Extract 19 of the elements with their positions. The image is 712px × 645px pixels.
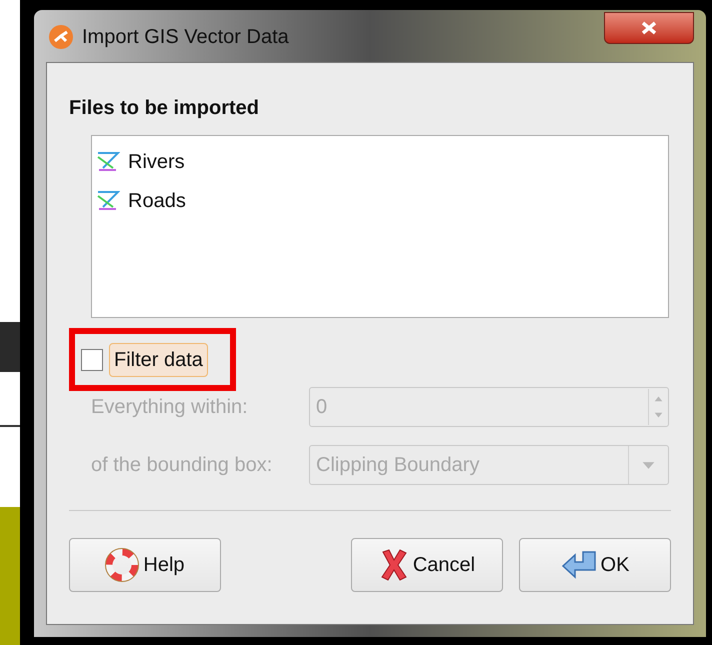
close-button[interactable] [604,12,694,44]
help-button[interactable]: Help [69,538,221,592]
section-heading: Files to be imported [69,96,260,121]
window-title: Import GIS Vector Data [82,25,289,50]
return-arrow-icon [560,550,597,580]
vector-layer-icon [96,150,120,172]
x-mark-icon [378,548,409,582]
close-icon [640,21,658,35]
app-logo-icon [48,24,74,50]
checkbox-label[interactable]: Filter data [109,342,208,376]
cancel-button[interactable]: Cancel [351,538,503,592]
field-label: Everything within: [91,395,249,420]
file-list-item[interactable]: Roads [96,181,192,220]
ok-button[interactable]: OK [519,538,671,592]
life-ring-icon [105,548,140,582]
field-label: of the bounding box: [91,453,274,478]
checkbox[interactable] [81,348,103,370]
vector-layer-icon [96,190,120,212]
file-list-item[interactable]: Rivers [96,142,191,181]
